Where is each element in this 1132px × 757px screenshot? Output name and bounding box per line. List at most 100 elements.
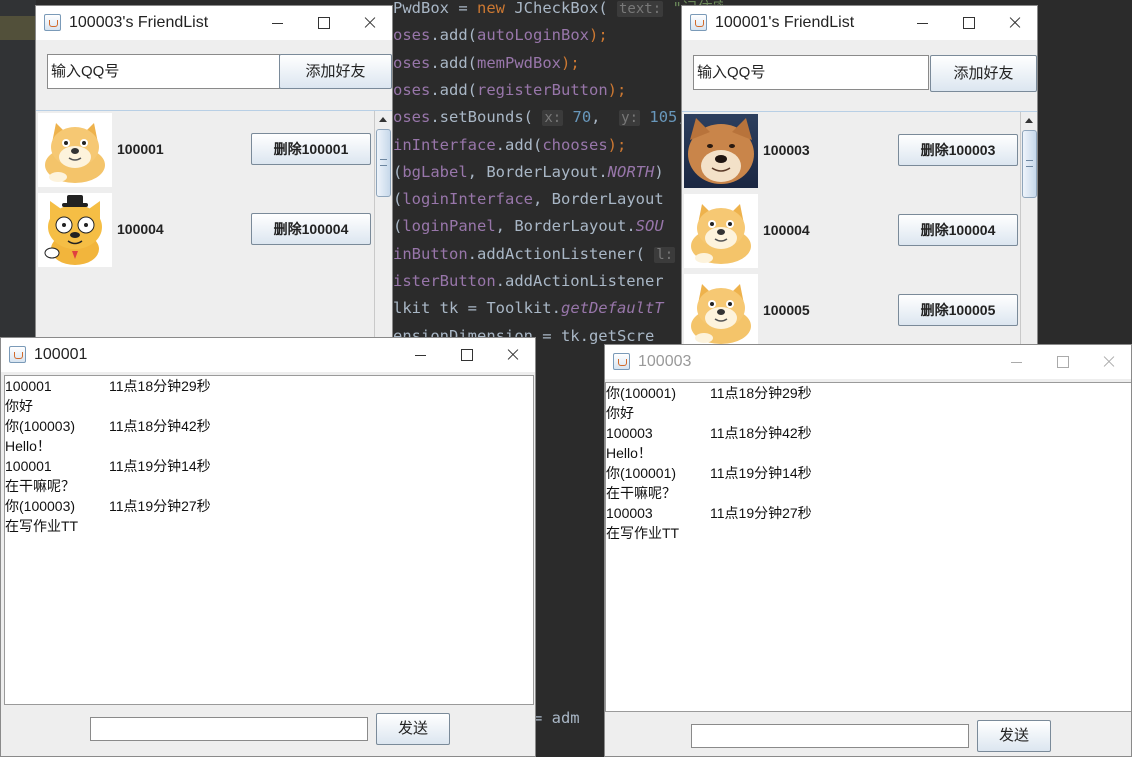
- message-time: 11点19分钟14秒: [109, 458, 211, 474]
- code-token: );: [607, 80, 627, 99]
- code-line: (loginPanel, BorderLayout.SOU: [393, 213, 664, 240]
- code-line: PwdBox = new JCheckBox( text: "记住密码");: [393, 0, 723, 22]
- code-token: (: [393, 217, 403, 236]
- code-token: .add(: [430, 80, 477, 99]
- java-app-icon: [690, 14, 707, 31]
- doge-icon: [684, 194, 758, 268]
- add-friend-bar: 输入QQ号 添加好友: [682, 40, 1037, 116]
- message: 你(100003) 11点19分钟27秒 在写作业TT: [5, 496, 533, 536]
- code-line: isterButton.addActionListener: [393, 268, 664, 295]
- friendlist-window-100001[interactable]: 100001's FriendList 输入QQ号 添加好友 100003 删除…: [681, 5, 1038, 345]
- message: 100003 11点18分钟42秒 Hello！: [606, 423, 1131, 463]
- message-sender: 100001: [5, 458, 52, 474]
- code-token: .addActionListener(: [467, 244, 655, 263]
- add-friend-button[interactable]: 添加好友: [279, 54, 392, 89]
- code-token: SOU: [635, 217, 664, 236]
- delete-friend-button[interactable]: 删除100004: [898, 214, 1018, 246]
- code-line: (bgLabel, BorderLayout.NORTH): [393, 159, 664, 186]
- code-line: oses.setBounds( x: 70, y: 105,: [393, 104, 687, 131]
- code-token: x:: [542, 110, 564, 127]
- window-title: 100003: [638, 353, 692, 370]
- delete-friend-button[interactable]: 删除100005: [898, 294, 1018, 326]
- code-token: .add(: [430, 26, 477, 45]
- chat-window-100003[interactable]: 100003 你(100001) 11点18分钟29秒 你好 100003 11点1…: [604, 344, 1132, 757]
- qq-number-input[interactable]: 输入QQ号: [693, 55, 929, 90]
- scroll-thumb[interactable]: [1022, 130, 1037, 198]
- scroll-up-icon[interactable]: [375, 111, 392, 128]
- maximize-icon[interactable]: [945, 6, 991, 40]
- code-line: oses.add(registerButton);: [393, 77, 626, 104]
- message-history[interactable]: 100001 11点18分钟29秒 你好 你(100003) 11点18分钟42秒 …: [4, 375, 534, 705]
- code-token: oses: [393, 80, 431, 99]
- qq-number-input[interactable]: 输入QQ号: [47, 54, 280, 89]
- send-button[interactable]: 发送: [376, 713, 450, 745]
- close-icon[interactable]: [991, 6, 1037, 40]
- message-time: 11点18分钟29秒: [710, 385, 812, 401]
- code-token: loginInterface: [402, 190, 533, 209]
- friend-id: 100003: [763, 142, 810, 158]
- message-sender: 100001: [5, 378, 52, 394]
- maximize-icon[interactable]: [443, 338, 489, 372]
- close-icon[interactable]: [346, 6, 392, 40]
- close-icon[interactable]: [1085, 345, 1131, 379]
- close-icon[interactable]: [489, 338, 535, 372]
- minimize-icon[interactable]: [254, 6, 300, 40]
- code-token: , BorderLayout: [533, 190, 664, 209]
- code-line: oses.add(memPwdBox);: [393, 50, 580, 77]
- minimize-icon[interactable]: [993, 345, 1039, 379]
- friend-id: 100004: [763, 222, 810, 238]
- vertical-scrollbar[interactable]: [374, 111, 392, 339]
- vertical-scrollbar[interactable]: [1020, 112, 1037, 344]
- shiba-photo-icon: [684, 114, 758, 188]
- add-friend-button[interactable]: 添加好友: [930, 55, 1037, 92]
- scroll-thumb[interactable]: [376, 129, 391, 197]
- message-time: 11点18分钟42秒: [109, 418, 211, 434]
- message-time: 11点19分钟14秒: [710, 465, 812, 481]
- delete-friend-button[interactable]: 删除100004: [251, 213, 371, 245]
- delete-friend-button[interactable]: 删除100003: [898, 134, 1018, 166]
- maximize-icon[interactable]: [300, 6, 346, 40]
- code-line: inButton.addActionListener( l:: [393, 241, 676, 268]
- code-token: registerButton: [477, 80, 608, 99]
- delete-friend-button[interactable]: 删除100001: [251, 133, 371, 165]
- title-bar[interactable]: 100001's FriendList: [682, 6, 1037, 40]
- message-input[interactable]: [90, 717, 368, 741]
- minimize-icon[interactable]: [899, 6, 945, 40]
- window-title: 100001: [34, 346, 88, 363]
- code-line: lkit tk = Toolkit.getDefaultT: [393, 295, 664, 322]
- message-text: Hello！: [606, 445, 652, 461]
- send-button[interactable]: 发送: [977, 720, 1051, 752]
- chat-window-100001[interactable]: 100001 100001 11点18分钟29秒 你好 你(100003) 11点1…: [0, 337, 536, 757]
- code-token: PwdBox =: [393, 0, 477, 17]
- maximize-icon[interactable]: [1039, 345, 1085, 379]
- code-token: autoLoginBox: [477, 26, 589, 45]
- code-token: inButton: [393, 244, 468, 263]
- code-token: oses: [393, 26, 431, 45]
- message-sender: 100003: [606, 425, 653, 441]
- message: 100003 11点19分钟27秒 在写作业TT: [606, 503, 1131, 543]
- friend-list: 100001 删除100001 100004 删除100004: [36, 110, 392, 339]
- message: 你(100003) 11点18分钟42秒 Hello！: [5, 416, 533, 456]
- code-token: bgLabel: [402, 162, 468, 181]
- message-input[interactable]: [691, 724, 969, 748]
- code-token: .setBounds(: [430, 108, 543, 127]
- friendlist-window-100003[interactable]: 100003's FriendList 输入QQ号 添加好友 100001 删除…: [35, 5, 393, 340]
- scroll-up-icon[interactable]: [1021, 112, 1037, 129]
- code-line: oses.add(autoLoginBox);: [393, 22, 608, 49]
- code-token: );: [607, 135, 627, 154]
- title-bar[interactable]: 100003's FriendList: [36, 6, 392, 40]
- doge-icon: [38, 113, 112, 187]
- message-history[interactable]: 你(100001) 11点18分钟29秒 你好 100003 11点18分钟42秒 …: [605, 382, 1131, 712]
- message-sender: 你(100003): [5, 418, 76, 434]
- code-line: (loginInterface, BorderLayout: [393, 186, 664, 213]
- code-token: y:: [619, 110, 641, 127]
- title-bar[interactable]: 100003: [605, 345, 1131, 379]
- code-token: inInterface: [393, 135, 496, 154]
- message-text: 在干嘛呢？: [5, 478, 75, 494]
- code-token: .add(: [495, 135, 543, 154]
- code-token: oses: [393, 108, 431, 127]
- title-bar[interactable]: 100001: [1, 338, 535, 372]
- minimize-icon[interactable]: [397, 338, 443, 372]
- code-token: new: [477, 0, 515, 17]
- message-sender: 你(100003): [5, 498, 76, 514]
